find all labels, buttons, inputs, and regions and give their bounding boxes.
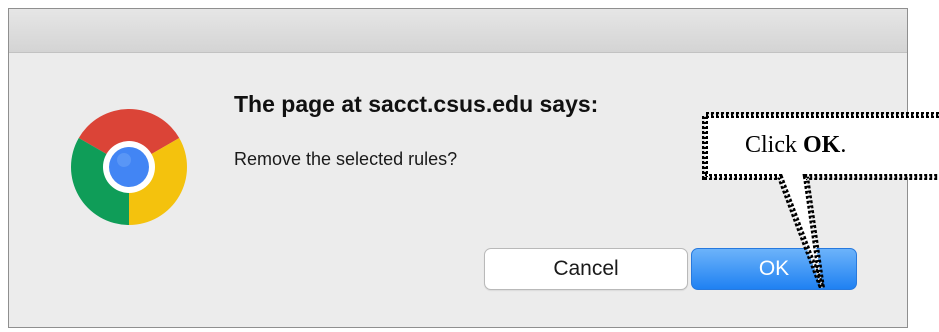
screenshot-stage: The page at sacct.csus.edu says: Remove … <box>0 0 939 332</box>
dialog-message: Remove the selected rules? <box>234 149 458 169</box>
ok-button[interactable]: OK <box>691 248 857 290</box>
chrome-logo-icon <box>70 108 188 225</box>
callout-text: Click OK. <box>705 115 939 175</box>
dialog-heading: The page at sacct.csus.edu says: <box>234 91 599 117</box>
cancel-button[interactable]: Cancel <box>484 248 688 290</box>
callout-prefix: Click <box>745 131 797 158</box>
dialog-titlebar[interactable] <box>9 9 907 53</box>
callout-emphasis: OK <box>803 131 841 158</box>
callout-suffix: . <box>840 131 847 158</box>
